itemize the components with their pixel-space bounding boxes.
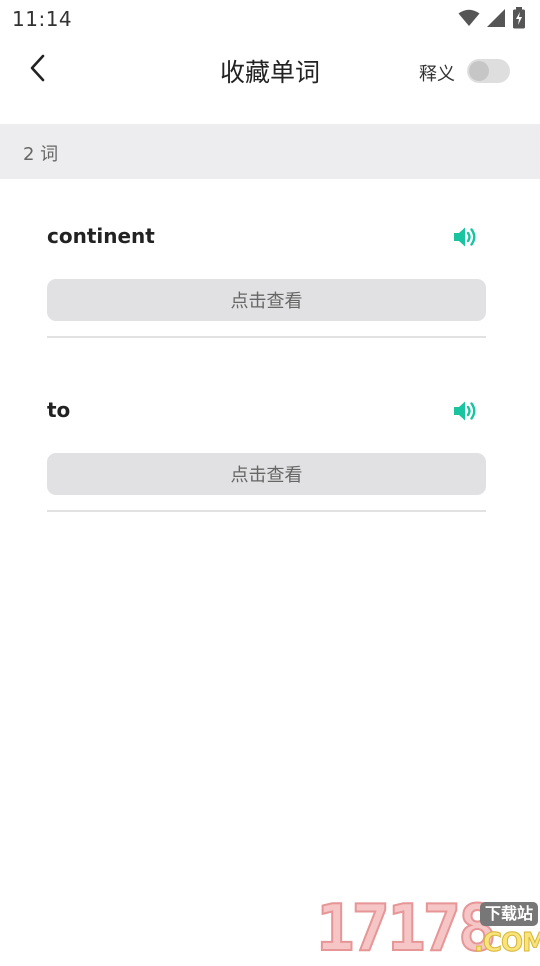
toggle-knob <box>469 61 489 81</box>
back-button[interactable] <box>20 52 56 88</box>
speaker-icon[interactable] <box>452 398 480 424</box>
status-bar: 11:14 <box>0 0 540 36</box>
word-card: continent 点击查看 <box>47 224 486 349</box>
word-text: continent <box>47 224 155 248</box>
reveal-definition-label: 点击查看 <box>230 465 303 486</box>
speaker-icon[interactable] <box>452 224 480 250</box>
signal-icon <box>486 9 506 27</box>
page-title: 收藏单词 <box>219 58 320 87</box>
watermark-suffix: .COM <box>474 928 540 959</box>
word-count-bar: 2 词 <box>0 124 540 179</box>
status-icons <box>458 7 526 29</box>
reveal-definition-label: 点击查看 <box>230 291 303 312</box>
watermark-digits: 17178 <box>315 892 498 966</box>
chevron-left-icon <box>28 54 48 86</box>
divider <box>47 336 486 338</box>
reveal-definition-button[interactable]: 点击查看 <box>47 453 486 495</box>
header: 收藏单词 释义 <box>0 36 540 106</box>
divider <box>47 510 486 512</box>
wifi-icon <box>458 9 480 27</box>
battery-charging-icon <box>512 7 526 29</box>
watermark-logo: 17178 下载站 .COM <box>312 892 540 966</box>
word-text: to <box>47 398 71 422</box>
definition-toggle-label: 释义 <box>419 64 455 85</box>
word-card: to 点击查看 <box>47 398 486 523</box>
status-time: 11:14 <box>12 7 73 31</box>
reveal-definition-button[interactable]: 点击查看 <box>47 279 486 321</box>
definition-toggle[interactable] <box>467 59 510 83</box>
word-count: 2 词 <box>23 144 59 165</box>
watermark-badge: 下载站 <box>480 902 538 926</box>
